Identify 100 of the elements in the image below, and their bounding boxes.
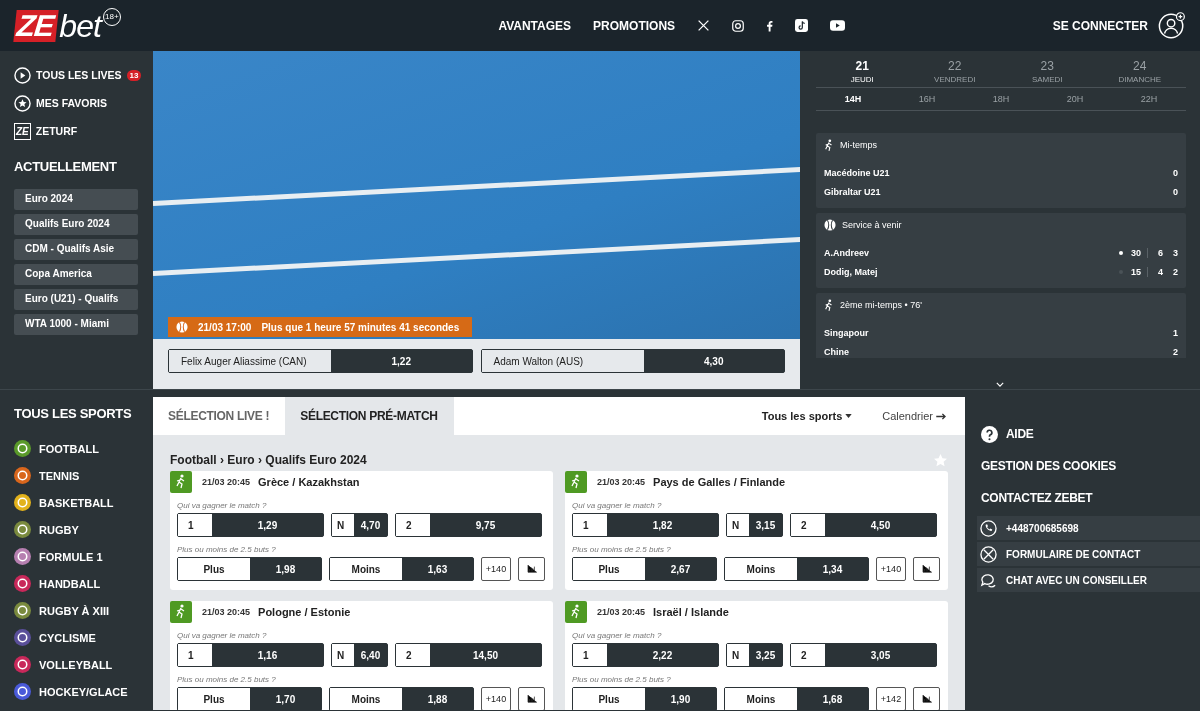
odds-button[interactable]: Plus 1,90 <box>572 687 717 710</box>
odds-button[interactable]: Adam Walton (AUS) 4,30 <box>480 349 785 373</box>
facebook-icon[interactable] <box>766 19 774 32</box>
sidebar-link[interactable]: TOUS LES LIVES 13 <box>14 61 147 89</box>
day-tab[interactable]: 21 JEUDI <box>817 59 908 84</box>
calendar-link[interactable]: Calendrier <box>882 410 947 422</box>
live-match-card[interactable]: Service à venir A.Andreev 30 6 3 Dodig, Matej 15 4 2 <box>816 213 1186 288</box>
match-teams[interactable]: Pologne / Estonie <box>258 606 351 618</box>
nav-link[interactable]: PROMOTIONS <box>593 18 676 33</box>
runner-icon <box>824 299 834 311</box>
user-icon[interactable] <box>1158 11 1186 40</box>
tiktok-icon[interactable] <box>795 19 809 32</box>
cookie-settings-link[interactable]: GESTION DES COOKIES <box>965 450 1200 482</box>
sidebar-link[interactable]: ZE ZETURF <box>14 117 147 145</box>
more-bets-button[interactable]: +140 <box>481 557 511 581</box>
more-bets-button[interactable]: +142 <box>876 687 906 710</box>
nav-link[interactable]: AVANTAGES <box>498 18 572 33</box>
match-status: Service à venir <box>842 220 902 230</box>
more-bets-button[interactable]: +140 <box>876 557 906 581</box>
more-bets-button[interactable]: +140 <box>481 687 511 710</box>
odds-button[interactable]: Moins 1,68 <box>724 687 869 710</box>
sport-filter-dropdown[interactable]: Tous les sports <box>761 410 853 422</box>
odds-button[interactable]: Moins 1,34 <box>724 557 869 581</box>
envelope-icon <box>980 545 997 563</box>
sport-link[interactable]: FOOTBALL <box>14 435 147 462</box>
competition-link[interactable]: Qualifs Euro 2024 <box>14 214 138 235</box>
chevron-down-icon[interactable] <box>996 382 1004 387</box>
competition-link[interactable]: Euro 2024 <box>14 189 138 210</box>
odds-button[interactable]: N 6,40 <box>331 643 388 667</box>
odds-button[interactable]: 2 14,50 <box>395 643 542 667</box>
competition-link[interactable]: Copa America <box>14 264 138 285</box>
team-score: 2 <box>1172 346 1178 357</box>
odds-button[interactable]: 1 1,82 <box>572 513 719 537</box>
match-status: Mi-temps <box>840 140 877 150</box>
odds-button[interactable]: Moins 1,88 <box>329 687 474 710</box>
selection-tab[interactable]: SÉLECTION PRÉ-MATCH <box>285 397 454 435</box>
odds-button[interactable]: 1 1,16 <box>177 643 324 667</box>
competition-link[interactable]: CDM - Qualifs Asie <box>14 239 138 260</box>
login-link[interactable]: SE CONNECTER <box>1052 18 1148 33</box>
odds-button[interactable]: 1 1,29 <box>177 513 324 537</box>
countdown-text: Plus que 1 heure 57 minutes 41 secondes <box>261 321 460 333</box>
match-teams[interactable]: Israël / Islande <box>653 606 729 618</box>
sport-link[interactable]: HOCKEY/GLACE <box>14 678 147 705</box>
selection-tab[interactable]: SÉLECTION LIVE ! <box>153 397 286 435</box>
stats-button[interactable] <box>518 687 545 710</box>
sport-link[interactable]: FORMULE 1 <box>14 543 147 570</box>
market-question: Plus ou moins de 2.5 buts ? <box>177 675 277 684</box>
set-score: 3 <box>1172 247 1178 258</box>
stats-button[interactable] <box>913 687 940 710</box>
logo-word[interactable]: bet <box>59 9 101 42</box>
match-teams[interactable]: Pays de Galles / Finlande <box>653 476 786 488</box>
stats-button[interactable] <box>518 557 545 581</box>
day-tab[interactable]: 22 VENDREDI <box>909 59 1000 84</box>
sport-link[interactable]: RUGBY À XIII <box>14 597 147 624</box>
sport-link[interactable]: HANDBALL <box>14 570 147 597</box>
breadcrumb: Football › Euro › Qualifs Euro 2024 <box>170 453 367 467</box>
odds-button[interactable]: Moins 1,63 <box>329 557 474 581</box>
competition-link[interactable]: WTA 1000 - Miami <box>14 314 138 335</box>
sport-link[interactable]: CYCLISME <box>14 624 147 651</box>
odds-button[interactable]: Plus 2,67 <box>572 557 717 581</box>
hour-tab[interactable]: 14H <box>844 94 862 104</box>
sport-link[interactable]: TENNIS <box>14 462 147 489</box>
caret-down-icon <box>845 414 853 418</box>
day-tab[interactable]: 23 SAMEDI <box>1002 59 1093 84</box>
live-match-card[interactable]: 2ème mi-temps • 76' Singapour 1 Chine 2 <box>816 293 1186 358</box>
sport-link[interactable]: VOLLEYBALL <box>14 651 147 678</box>
x-icon[interactable] <box>697 19 711 32</box>
competition-link[interactable]: Euro (U21) - Qualifs <box>14 289 138 310</box>
contact-link[interactable]: CHAT AVEC UN CONSEILLER <box>977 568 1200 592</box>
odds-button[interactable]: N 3,25 <box>726 643 783 667</box>
odds-button[interactable]: N 3,15 <box>726 513 783 537</box>
star-icon[interactable] <box>934 453 947 467</box>
contact-link[interactable]: +448700685698 <box>977 516 1200 540</box>
odds-button[interactable]: N 4,70 <box>331 513 388 537</box>
odds-button[interactable]: 1 2,22 <box>572 643 719 667</box>
day-tab[interactable]: 24 DIMANCHE <box>1094 59 1185 84</box>
stats-button[interactable] <box>913 557 940 581</box>
hour-tab[interactable]: 16H <box>918 94 936 104</box>
odds-button[interactable]: 2 3,05 <box>790 643 937 667</box>
instagram-icon[interactable] <box>732 19 745 32</box>
set-score: 4 <box>1157 266 1163 277</box>
sport-link[interactable]: RUGBY <box>14 516 147 543</box>
help-link[interactable]: AIDE <box>965 418 1200 450</box>
contact-link[interactable]: FORMULAIRE DE CONTACT <box>977 542 1200 566</box>
odds-button[interactable]: 2 4,50 <box>790 513 937 537</box>
market-question: Qui va gagner le match ? <box>572 501 663 510</box>
hour-tab[interactable]: 18H <box>992 94 1010 104</box>
match-teams[interactable]: Grèce / Kazakhstan <box>258 476 360 488</box>
logo-mark[interactable]: ZE <box>13 9 60 42</box>
sidebar-link[interactable]: MES FAVORIS <box>14 89 147 117</box>
odds-button[interactable]: Plus 1,70 <box>177 687 322 710</box>
odds-button[interactable]: Felix Auger Aliassime (CAN) 1,22 <box>168 349 473 373</box>
odds-button[interactable]: 2 9,75 <box>395 513 542 537</box>
hour-tab[interactable]: 20H <box>1066 94 1084 104</box>
youtube-icon[interactable] <box>830 20 846 31</box>
sport-link[interactable]: BASKETBALL <box>14 489 147 516</box>
match-time: 21/03 20:45 <box>597 477 646 487</box>
hour-tab[interactable]: 22H <box>1140 94 1158 104</box>
odds-button[interactable]: Plus 1,98 <box>177 557 322 581</box>
live-match-card[interactable]: Mi-temps Macédoine U21 0 Gibraltar U21 0 <box>816 133 1186 208</box>
